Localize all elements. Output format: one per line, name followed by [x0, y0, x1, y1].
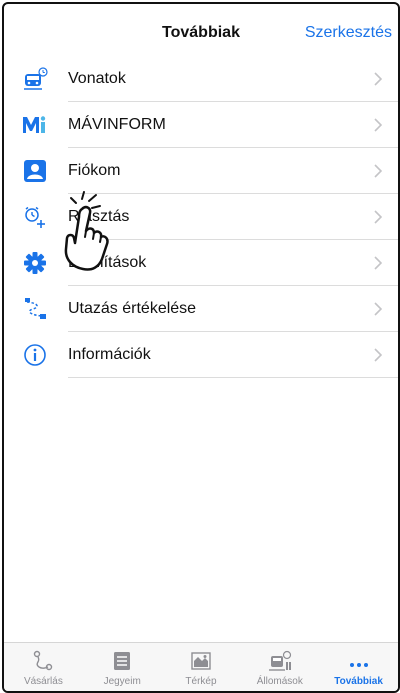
menu-item-label: MÁVINFORM: [68, 116, 166, 133]
alarm-add-icon: [22, 204, 48, 230]
tab-tovabbiak[interactable]: Továbbiak: [319, 643, 398, 691]
chevron-right-icon: [372, 72, 384, 86]
tab-bar: Vásárlás Jegyeim Térkép Állomások Tovább…: [4, 642, 398, 691]
edit-button[interactable]: Szerkesztés: [305, 24, 392, 42]
menu-item-utazas-ertekelese[interactable]: Utazás értékelése: [4, 286, 398, 332]
menu-item-label: Fiókom: [68, 162, 121, 179]
separator: [68, 377, 398, 378]
menu-item-fiokom[interactable]: Fiókom: [4, 148, 398, 194]
navigation-bar: Továbbiak Szerkesztés: [4, 4, 398, 60]
menu-item-mavinform[interactable]: MÁVINFORM: [4, 102, 398, 148]
menu-item-vonatok[interactable]: Vonatok: [4, 56, 398, 102]
route-rating-icon: [22, 296, 48, 322]
tab-allomasok[interactable]: Állomások: [240, 643, 319, 691]
tab-label: Jegyeim: [103, 676, 141, 687]
phone-frame: Továbbiak Szerkesztés Vonatok MÁVINFORM …: [2, 2, 400, 693]
chevron-right-icon: [372, 302, 384, 316]
account-icon: [22, 158, 48, 184]
tab-jegyeim[interactable]: Jegyeim: [83, 643, 162, 691]
chevron-right-icon: [372, 210, 384, 224]
chevron-right-icon: [372, 256, 384, 270]
tab-label: Vásárlás: [23, 676, 63, 687]
menu-item-label: Beállítások: [68, 254, 147, 271]
tab-vasarlas[interactable]: Vásárlás: [4, 643, 83, 691]
menu-item-label: Riasztás: [68, 208, 130, 225]
more-icon: [347, 645, 371, 673]
mavinform-icon: [22, 112, 48, 138]
more-menu-list: Vonatok MÁVINFORM Fiókom Riasztás Beállí…: [4, 56, 398, 378]
tab-label: Térkép: [185, 676, 217, 687]
tab-terkep[interactable]: Térkép: [162, 643, 241, 691]
tickets-icon: [110, 645, 134, 673]
chevron-right-icon: [372, 118, 384, 132]
train-icon: [22, 66, 48, 92]
menu-item-label: Utazás értékelése: [68, 300, 197, 317]
menu-item-label: Információk: [68, 346, 151, 363]
menu-item-riasztas[interactable]: Riasztás: [4, 194, 398, 240]
menu-item-beallitasok[interactable]: Beállítások: [4, 240, 398, 286]
info-icon: [22, 342, 48, 368]
tab-label: Állomások: [256, 676, 303, 687]
map-icon: [189, 645, 213, 673]
tab-label: Továbbiak: [334, 676, 383, 687]
menu-item-label: Vonatok: [68, 70, 126, 87]
menu-item-informaciok[interactable]: Információk: [4, 332, 398, 378]
chevron-right-icon: [372, 164, 384, 178]
route-icon: [31, 645, 55, 673]
chevron-right-icon: [372, 348, 384, 362]
station-icon: [267, 645, 293, 673]
gear-icon: [22, 250, 48, 276]
